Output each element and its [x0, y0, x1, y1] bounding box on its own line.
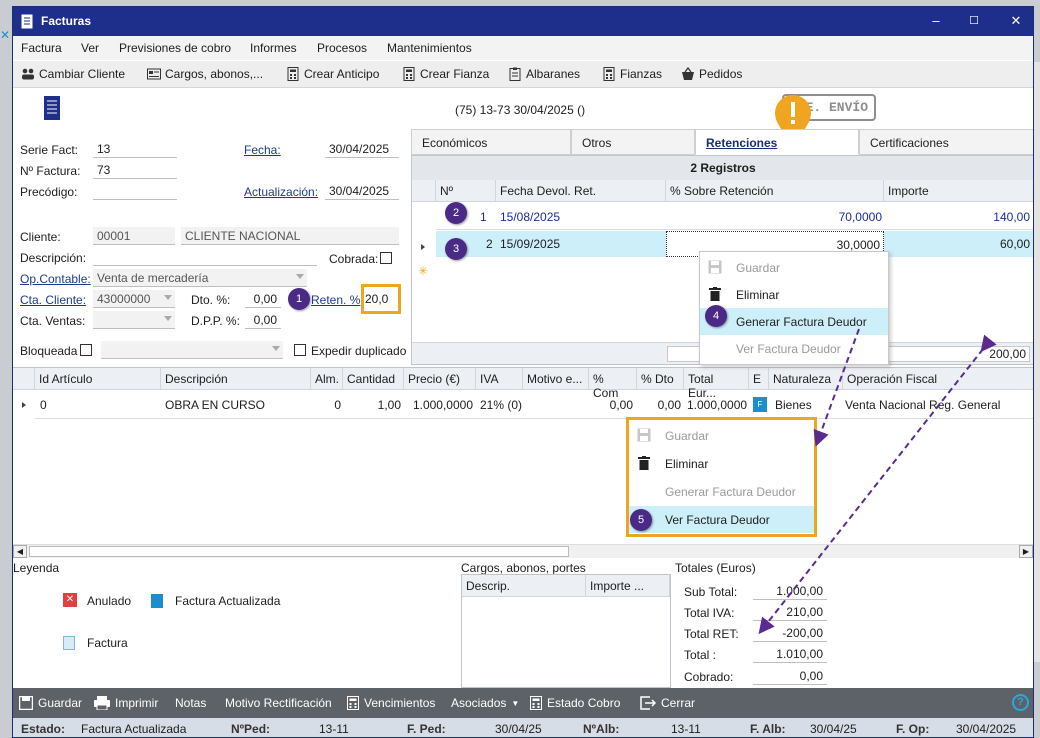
- motivo-button[interactable]: Motivo Rectificación: [225, 696, 332, 710]
- fped-value: 30/04/25: [495, 722, 542, 736]
- nalb-label: NºAlb:: [583, 722, 620, 736]
- cerrar-button[interactable]: Cerrar: [640, 696, 695, 710]
- arrow-generar-to-ver: [813, 328, 860, 447]
- nped-label: NºPed:: [231, 722, 271, 736]
- cerrar-label: Cerrar: [661, 696, 696, 710]
- imprimir-button[interactable]: Imprimir: [94, 696, 158, 710]
- calculator-icon: [347, 696, 359, 710]
- printer-icon: [94, 696, 110, 710]
- vencimientos-label: Vencimientos: [364, 696, 436, 710]
- fped-label: F. Ped:: [407, 722, 446, 736]
- bottom-toolbar: Guardar Imprimir Notas Motivo Rectificac…: [13, 688, 1033, 718]
- invoices-window: Facturas – ☐ ✕ Factura Ver Previsiones d…: [12, 6, 1034, 738]
- estado-cobro-label: Estado Cobro: [547, 696, 621, 710]
- status-bar: Estado: Factura Actualizada NºPed: 13-11…: [13, 718, 1033, 737]
- guardar-button[interactable]: Guardar: [19, 696, 82, 710]
- notas-label: Notas: [175, 696, 207, 710]
- fop-value: 30/04/2025: [956, 722, 1017, 736]
- motivo-label: Motivo Rectificación: [225, 696, 332, 710]
- falb-value: 30/04/25: [810, 722, 857, 736]
- asociados-button[interactable]: Asociados ▼: [451, 696, 519, 710]
- estado-label: Estado:: [21, 722, 66, 736]
- nalb-value: 13-11: [671, 722, 701, 736]
- fop-label: F. Op:: [896, 722, 930, 736]
- background-close-icon: ✕: [0, 28, 11, 42]
- asociados-label: Asociados: [451, 696, 507, 710]
- arrow-total-ret: [758, 334, 997, 635]
- nped-value: 13-11: [319, 722, 349, 736]
- vencimientos-button[interactable]: Vencimientos: [347, 696, 435, 710]
- estado-cobro-button[interactable]: Estado Cobro: [530, 696, 620, 710]
- background-right-strip: [1034, 62, 1040, 662]
- estado-value: Factura Actualizada: [81, 722, 187, 736]
- notas-button[interactable]: Notas: [175, 696, 206, 710]
- imprimir-label: Imprimir: [115, 696, 159, 710]
- flow-arrows: [758, 328, 997, 635]
- help-icon[interactable]: ?: [1012, 694, 1029, 711]
- save-icon: [19, 696, 33, 710]
- caret-down-icon: ▼: [511, 698, 520, 708]
- calculator-icon: [530, 696, 542, 710]
- falb-label: F. Alb:: [750, 722, 786, 736]
- exit-icon: [640, 696, 656, 710]
- guardar-label: Guardar: [38, 696, 83, 710]
